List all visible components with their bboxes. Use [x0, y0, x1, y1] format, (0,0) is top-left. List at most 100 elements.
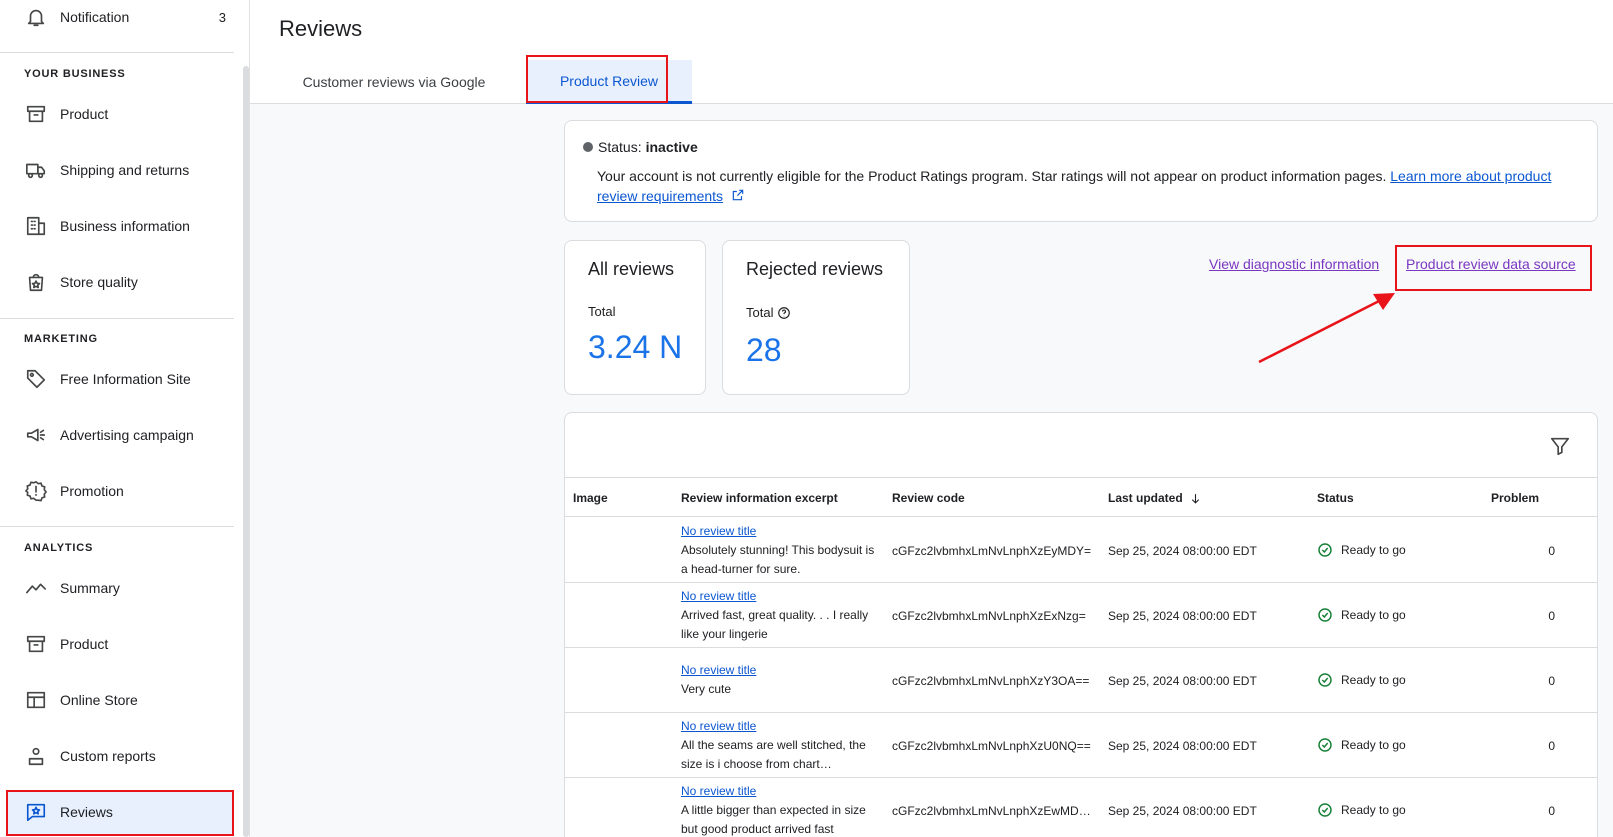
stat-label-row: Total: [746, 305, 791, 320]
megaphone-icon: [24, 423, 48, 447]
sidebar-item-store-quality[interactable]: Store quality: [0, 260, 234, 304]
sidebar-item-product[interactable]: Product: [0, 92, 234, 136]
status-cell: Ready to go: [1317, 542, 1406, 558]
stat-card-rejected-reviews: Rejected reviews Total 28: [722, 240, 910, 395]
trend-line-icon: [24, 576, 48, 600]
sidebar-item-label: Notification: [60, 9, 130, 25]
review-title-link[interactable]: No review title: [681, 589, 756, 603]
last-updated: Sep 25, 2024 08:00:00 EDT: [1108, 804, 1257, 818]
review-title-link[interactable]: No review title: [681, 524, 756, 538]
column-header-problem: Problem: [1491, 491, 1540, 505]
filter-icon[interactable]: [1549, 435, 1571, 457]
stat-label: Total: [588, 304, 616, 319]
sidebar-item-business-information[interactable]: Business information: [0, 204, 234, 248]
excerpt-cell: No review title Arrived fast, great qual…: [681, 587, 881, 644]
stat-value: 3.24 N: [588, 329, 683, 365]
sidebar-item-label: Shipping and returns: [60, 162, 190, 178]
excerpt-cell: No review title All the seams are well s…: [681, 717, 881, 774]
sidebar-item-label: Custom reports: [60, 748, 156, 764]
truck-icon: [24, 158, 48, 182]
archive-icon: [24, 632, 48, 656]
sidebar-item-custom-reports[interactable]: Custom reports: [0, 734, 234, 778]
section-title-analytics: ANALYTICS: [24, 542, 94, 554]
column-header-image: Image: [573, 491, 608, 505]
sidebar-item-notification[interactable]: Notification 3: [0, 0, 234, 39]
review-title-link[interactable]: No review title: [681, 719, 756, 733]
review-code: cGFzc2lvbmhxLmNvLnphXzY3OA==: [892, 674, 1090, 688]
tab-customer-reviews-via-google[interactable]: Customer reviews via Google: [272, 60, 516, 104]
stat-title: All reviews: [588, 259, 675, 279]
sidebar-item-label: Advertising campaign: [60, 427, 194, 443]
last-updated: Sep 25, 2024 08:00:00 EDT: [1108, 609, 1257, 623]
last-updated: Sep 25, 2024 08:00:00 EDT: [1108, 674, 1257, 688]
status-cell: Ready to go: [1317, 607, 1406, 623]
building-icon: [24, 214, 48, 238]
link-text: View diagnostic information: [1209, 256, 1380, 272]
excerpt-text: Absolutely stunning! This bodysuit is a …: [681, 543, 875, 576]
view-diagnostic-information-link[interactable]: View diagnostic information: [1209, 256, 1379, 272]
sidebar-item-label: Product: [60, 106, 109, 122]
status-cell: Ready to go: [1317, 672, 1406, 688]
table-row: No review title Arrived fast, great qual…: [565, 583, 1597, 648]
stat-title: Rejected reviews: [746, 259, 884, 279]
excerpt-text: A little bigger than expected in size bu…: [681, 803, 866, 836]
sidebar-item-label: Online Store: [60, 692, 138, 708]
column-header-status: Status: [1317, 491, 1354, 505]
external-link-icon: [731, 187, 745, 207]
tag-icon: [24, 367, 48, 391]
status-message: Your account is not currently eligible f…: [597, 166, 1557, 207]
review-code: cGFzc2lvbmhxLmNvLnphXzExNzg=: [892, 609, 1086, 623]
person-report-icon: [24, 744, 48, 768]
column-header-review-code: Review code: [892, 491, 965, 505]
badge-alert-icon: [24, 479, 48, 503]
sidebar-scrollbar[interactable]: [243, 66, 249, 837]
excerpt-text: Very cute: [681, 682, 732, 696]
bell-icon: [24, 5, 48, 29]
column-header-label: Last updated: [1108, 491, 1183, 505]
status-label: Status:: [598, 139, 642, 155]
status-text: Ready to go: [1341, 803, 1406, 817]
sidebar-item-label: Summary: [60, 580, 120, 596]
sidebar-item-label: Product: [60, 636, 109, 652]
check-circle-icon: [1318, 738, 1332, 752]
status-text: Ready to go: [1341, 608, 1406, 622]
review-title-link[interactable]: No review title: [681, 663, 756, 677]
status-dot-icon: [583, 142, 593, 152]
tab-label: Customer reviews via Google: [302, 74, 486, 90]
stat-card-all-reviews: All reviews Total 3.24 N: [564, 240, 706, 395]
status-line: Status: inactive: [583, 139, 698, 155]
sidebar-item-label: Store quality: [60, 274, 138, 290]
check-circle-icon: [1318, 673, 1332, 687]
status-card: Status: inactive Your account is not cur…: [564, 120, 1598, 222]
table-row: No review title Absolutely stunning! Thi…: [565, 518, 1597, 583]
reviews-table-card: Image Review information excerpt Review …: [564, 412, 1598, 837]
review-title-link[interactable]: No review title: [681, 784, 756, 798]
sidebar-item-advertising-campaign[interactable]: Advertising campaign: [0, 413, 234, 457]
divider: [0, 52, 234, 53]
sidebar-item-analytics-product[interactable]: Product: [0, 622, 234, 666]
excerpt-cell: No review title Very cute: [681, 661, 881, 699]
sidebar-item-promotion[interactable]: Promotion: [0, 469, 234, 513]
status-cell: Ready to go: [1317, 737, 1406, 753]
sidebar-item-free-information-site[interactable]: Free Information Site: [0, 357, 234, 401]
divider: [0, 526, 234, 527]
status-cell: Ready to go: [1317, 802, 1406, 818]
sidebar-item-summary[interactable]: Summary: [0, 566, 234, 610]
last-updated: Sep 25, 2024 08:00:00 EDT: [1108, 544, 1257, 558]
column-header-last-updated[interactable]: Last updated: [1108, 491, 1202, 505]
section-title-your-business: YOUR BUSINESS: [24, 68, 126, 80]
problem-count: 0: [1548, 739, 1555, 753]
excerpt-text: Arrived fast, great quality. . . I reall…: [681, 608, 869, 641]
arrow-down-icon: [1189, 492, 1202, 505]
sidebar-item-label: Business information: [60, 218, 190, 234]
problem-count: 0: [1548, 544, 1555, 558]
highlight-box-product-review-tab: [526, 55, 668, 103]
sidebar-item-shipping-and-returns[interactable]: Shipping and returns: [0, 148, 234, 192]
help-icon[interactable]: [777, 306, 791, 320]
page-header: Reviews Customer reviews via Google Prod…: [250, 0, 1613, 104]
sidebar-item-online-store[interactable]: Online Store: [0, 678, 234, 722]
table-header: Image Review information excerpt Review …: [565, 477, 1597, 517]
excerpt-text: All the seams are well stitched, the siz…: [681, 738, 866, 771]
check-circle-icon: [1318, 608, 1332, 622]
shopping-bag-star-icon: [24, 270, 48, 294]
